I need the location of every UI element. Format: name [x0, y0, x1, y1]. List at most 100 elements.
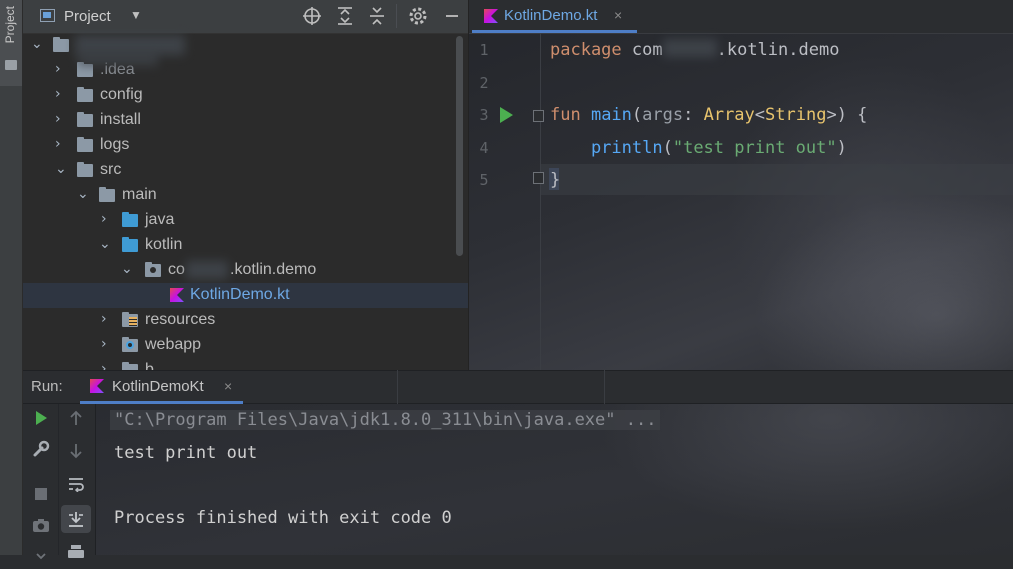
line-number: 5 — [479, 171, 489, 189]
tree-row-config[interactable]: › config — [23, 83, 468, 108]
print-icon[interactable] — [63, 540, 89, 566]
tree-row-package[interactable]: ⌄ co .kotlin.demo — [23, 258, 468, 283]
chevron-right-icon[interactable]: › — [101, 336, 107, 352]
chevron-right-icon[interactable]: › — [55, 61, 61, 77]
paren: ) — [836, 138, 847, 158]
run-gutter-icon[interactable] — [500, 107, 513, 123]
tree-item-label-prefix: co — [168, 261, 185, 278]
stripe-project-label: Project — [3, 6, 17, 44]
chevron-down-icon[interactable]: ⌄ — [99, 236, 111, 252]
type-name: String — [765, 105, 827, 125]
hide-panel-icon[interactable] — [442, 6, 462, 30]
fold-marker-icon[interactable] — [533, 110, 544, 122]
select-opened-file-icon[interactable] — [302, 6, 322, 30]
line-number: 3 — [479, 106, 489, 124]
tree-item-label: kotlin — [145, 236, 183, 253]
collapse-all-icon[interactable] — [367, 6, 387, 30]
tree-item-label: java — [145, 211, 175, 228]
project-scrollbar[interactable] — [456, 36, 463, 256]
keyword: package — [550, 40, 622, 60]
tree-row-webapp[interactable]: › webapp — [23, 333, 468, 358]
paren: ( — [662, 138, 673, 158]
folder-icon — [77, 162, 93, 177]
source-folder-icon — [122, 237, 138, 252]
package-suffix: .kotlin.demo — [716, 40, 840, 60]
tree-item-label: src — [100, 161, 122, 178]
arrow-up-icon[interactable] — [63, 408, 89, 434]
folder-icon — [77, 137, 93, 152]
close-icon[interactable]: × — [224, 378, 232, 394]
angle-open: < — [754, 105, 766, 125]
chevron-down-icon[interactable]: ⌄ — [77, 186, 89, 202]
code-line-5[interactable]: } — [550, 170, 560, 190]
web-folder-icon — [122, 337, 138, 352]
tree-item-label: config — [100, 86, 143, 103]
run-header-separator — [604, 370, 605, 404]
code-line-1[interactable]: package com .kotlin.demo — [550, 39, 840, 60]
angle-close: > — [826, 105, 837, 125]
chevron-right-icon[interactable]: › — [101, 211, 107, 227]
tree-row-kotlindemo-file[interactable]: KotlinDemo.kt — [23, 283, 468, 308]
close-icon[interactable]: × — [614, 7, 622, 23]
package-prefix: com — [621, 40, 663, 60]
gear-icon[interactable] — [408, 6, 428, 30]
tree-row-main[interactable]: ⌄ main — [23, 183, 468, 208]
tree-row-resources[interactable]: › resources — [23, 308, 468, 333]
run-tab-label[interactable]: KotlinDemoKt — [112, 378, 204, 395]
rerun-icon[interactable] — [28, 408, 54, 434]
stop-icon[interactable] — [28, 483, 54, 509]
code-line-4[interactable]: println("test print out") — [550, 138, 847, 158]
folder-icon — [5, 60, 17, 70]
line-number: 1 — [479, 41, 489, 59]
keyword: fun — [550, 105, 581, 125]
paren: ( — [631, 105, 643, 125]
source-folder-icon — [122, 212, 138, 227]
toolbar-divider — [58, 404, 59, 555]
stripe-project-button[interactable]: Project — [0, 0, 22, 86]
code-line-3[interactable]: fun main(args: Array<String>) { — [550, 105, 867, 125]
fold-marker-icon[interactable] — [533, 172, 544, 184]
current-line-highlight — [541, 164, 1013, 195]
redacted-overlay — [78, 52, 158, 66]
chevron-down-icon[interactable]: ⌄ — [55, 161, 67, 177]
tree-row-java[interactable]: › java — [23, 208, 468, 233]
redacted-package-segment — [662, 39, 717, 57]
scroll-to-end-icon[interactable] — [61, 505, 91, 533]
chevron-down-icon[interactable]: ⌄ — [31, 36, 43, 52]
tree-item-label: logs — [100, 136, 130, 153]
wrench-icon[interactable] — [28, 440, 54, 466]
tree-row-install[interactable]: › install — [23, 108, 468, 133]
chevron-right-icon[interactable]: › — [101, 361, 107, 370]
line-number: 2 — [479, 74, 489, 92]
tree-row-kotlin[interactable]: ⌄ kotlin — [23, 233, 468, 258]
expand-all-icon[interactable] — [335, 6, 355, 30]
type-name: Array — [703, 105, 755, 125]
chevron-right-icon[interactable]: › — [101, 311, 107, 327]
camera-icon[interactable] — [28, 515, 54, 541]
chevron-right-icon[interactable]: › — [55, 111, 61, 127]
tree-row-logs[interactable]: › logs — [23, 133, 468, 158]
tree-item-label: resources — [145, 311, 216, 328]
project-panel-title[interactable]: Project — [64, 8, 111, 25]
tree-row-partial[interactable]: › b — [23, 358, 468, 370]
soft-wrap-icon[interactable] — [63, 474, 89, 500]
line-number: 4 — [479, 139, 489, 157]
resources-folder-icon — [122, 312, 138, 327]
closing-brace: } — [550, 170, 561, 190]
kotlin-file-icon — [170, 288, 184, 302]
chevron-right-icon[interactable]: › — [55, 136, 61, 152]
run-header-separator — [397, 370, 398, 404]
chevron-down-icon[interactable]: ⌄ — [121, 261, 133, 277]
tree-row-src[interactable]: ⌄ src — [23, 158, 468, 183]
project-view-icon — [40, 9, 55, 22]
editor-tab-label[interactable]: KotlinDemo.kt — [504, 7, 597, 24]
tree-item-label: main — [122, 186, 157, 203]
more-icon[interactable] — [28, 543, 54, 569]
tree-row-idea[interactable]: › .idea — [23, 52, 468, 83]
folder-icon — [99, 187, 115, 202]
chevron-right-icon[interactable]: › — [55, 86, 61, 102]
chevron-down-icon[interactable]: ▼ — [130, 8, 142, 22]
folder-icon — [53, 37, 69, 52]
tree-item-label: KotlinDemo.kt — [190, 286, 290, 303]
arrow-down-icon[interactable] — [63, 441, 89, 467]
